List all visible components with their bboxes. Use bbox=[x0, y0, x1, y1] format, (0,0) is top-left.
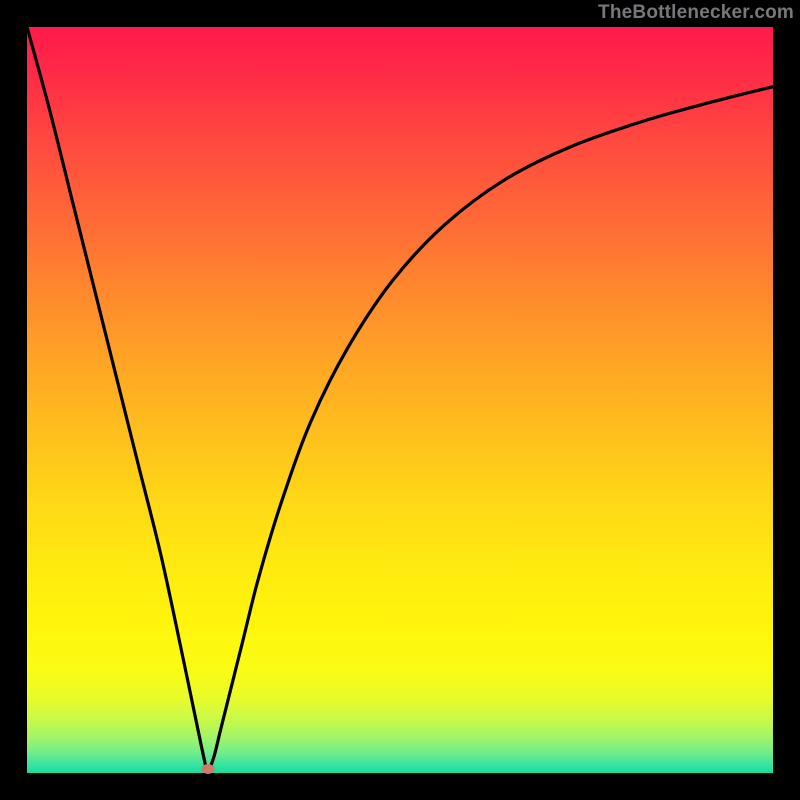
watermark-text: TheBottlenecker.com bbox=[598, 2, 794, 24]
minimum-marker bbox=[201, 764, 214, 774]
bottleneck-chart bbox=[27, 27, 773, 773]
curve-layer bbox=[27, 27, 773, 773]
chart-frame: TheBottlenecker.com bbox=[0, 0, 800, 800]
bottleneck-curve bbox=[27, 27, 773, 769]
